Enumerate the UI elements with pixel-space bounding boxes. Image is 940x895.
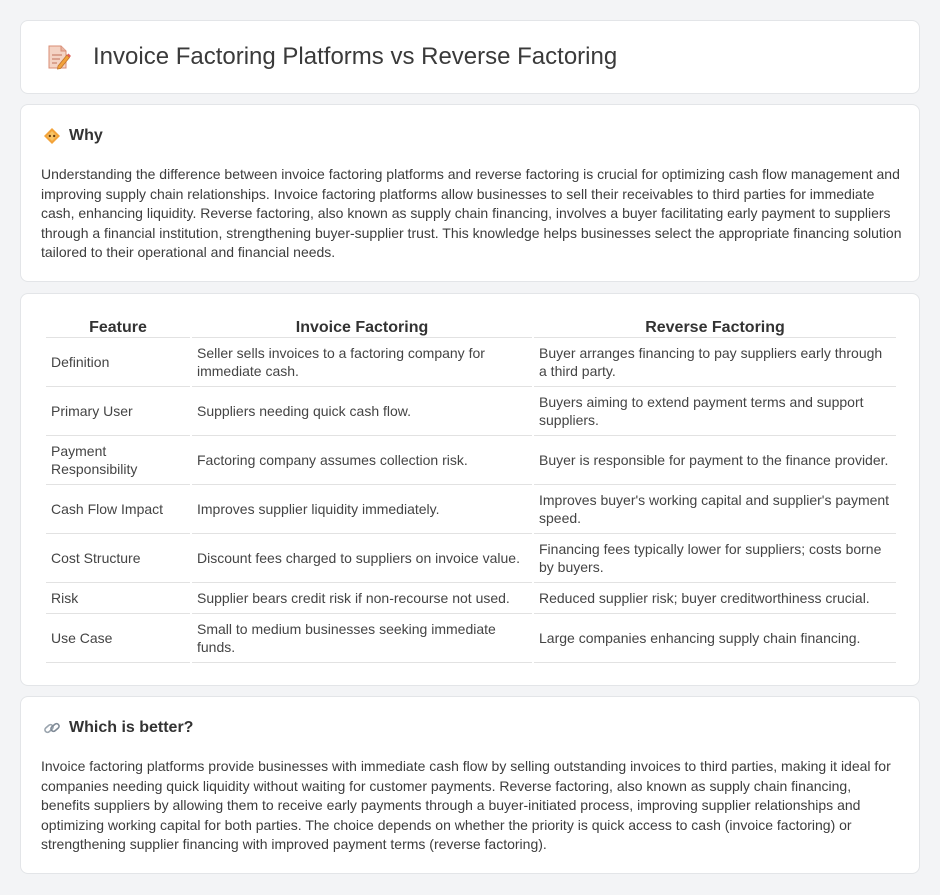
why-card: Why Understanding the difference between… (20, 104, 920, 282)
table-row: Cash Flow Impact Improves supplier liqui… (46, 485, 896, 534)
reverse-cell: Buyers aiming to extend payment terms an… (534, 387, 896, 436)
reverse-cell: Reduced supplier risk; buyer creditworth… (534, 583, 896, 614)
invoice-cell: Suppliers needing quick cash flow. (192, 387, 532, 436)
table-row: Payment Responsibility Factoring company… (46, 436, 896, 485)
invoice-cell: Small to medium businesses seeking immed… (192, 614, 532, 663)
better-heading: Which is better? (69, 719, 194, 736)
table-row: Definition Seller sells invoices to a fa… (46, 338, 896, 387)
title-card: Invoice Factoring Platforms vs Reverse F… (20, 20, 920, 94)
header-invoice-factoring: Invoice Factoring (192, 316, 532, 338)
feature-cell: Payment Responsibility (46, 436, 190, 485)
invoice-cell: Improves supplier liquidity immediately. (192, 485, 532, 534)
diamond-bullet-icon (44, 128, 60, 144)
table-row: Cost Structure Discount fees charged to … (46, 534, 896, 583)
header-reverse-factoring: Reverse Factoring (534, 316, 896, 338)
header-feature: Feature (46, 316, 190, 338)
feature-cell: Cash Flow Impact (46, 485, 190, 534)
table-row: Use Case Small to medium businesses seek… (46, 614, 896, 663)
table-header-row: Feature Invoice Factoring Reverse Factor… (46, 316, 896, 338)
link-icon (44, 722, 60, 734)
feature-cell: Risk (46, 583, 190, 614)
comparison-card: Feature Invoice Factoring Reverse Factor… (20, 293, 920, 686)
reverse-cell: Large companies enhancing supply chain f… (534, 614, 896, 663)
better-paragraph: Invoice factoring platforms provide busi… (41, 758, 891, 853)
page-title: Invoice Factoring Platforms vs Reverse F… (93, 43, 618, 70)
better-heading-row: Which is better? (43, 719, 193, 737)
feature-cell: Cost Structure (46, 534, 190, 583)
title-row: Invoice Factoring Platforms vs Reverse F… (45, 43, 617, 71)
invoice-cell: Supplier bears credit risk if non-recour… (192, 583, 532, 614)
why-heading: Why (69, 127, 103, 144)
invoice-cell: Discount fees charged to suppliers on in… (192, 534, 532, 583)
why-heading-row: Why (43, 127, 103, 145)
invoice-cell: Seller sells invoices to a factoring com… (192, 338, 532, 387)
feature-cell: Primary User (46, 387, 190, 436)
feature-cell: Definition (46, 338, 190, 387)
why-paragraph: Understanding the difference between inv… (41, 166, 902, 261)
table-row: Risk Supplier bears credit risk if non-r… (46, 583, 896, 614)
reverse-cell: Financing fees typically lower for suppl… (534, 534, 896, 583)
document-edit-icon (48, 45, 71, 70)
reverse-cell: Improves buyer's working capital and sup… (534, 485, 896, 534)
invoice-cell: Factoring company assumes collection ris… (192, 436, 532, 485)
which-better-card: Which is better? Invoice factoring platf… (20, 696, 920, 874)
comparison-table: Feature Invoice Factoring Reverse Factor… (44, 316, 898, 663)
reverse-cell: Buyer arranges financing to pay supplier… (534, 338, 896, 387)
table-row: Primary User Suppliers needing quick cas… (46, 387, 896, 436)
reverse-cell: Buyer is responsible for payment to the … (534, 436, 896, 485)
feature-cell: Use Case (46, 614, 190, 663)
